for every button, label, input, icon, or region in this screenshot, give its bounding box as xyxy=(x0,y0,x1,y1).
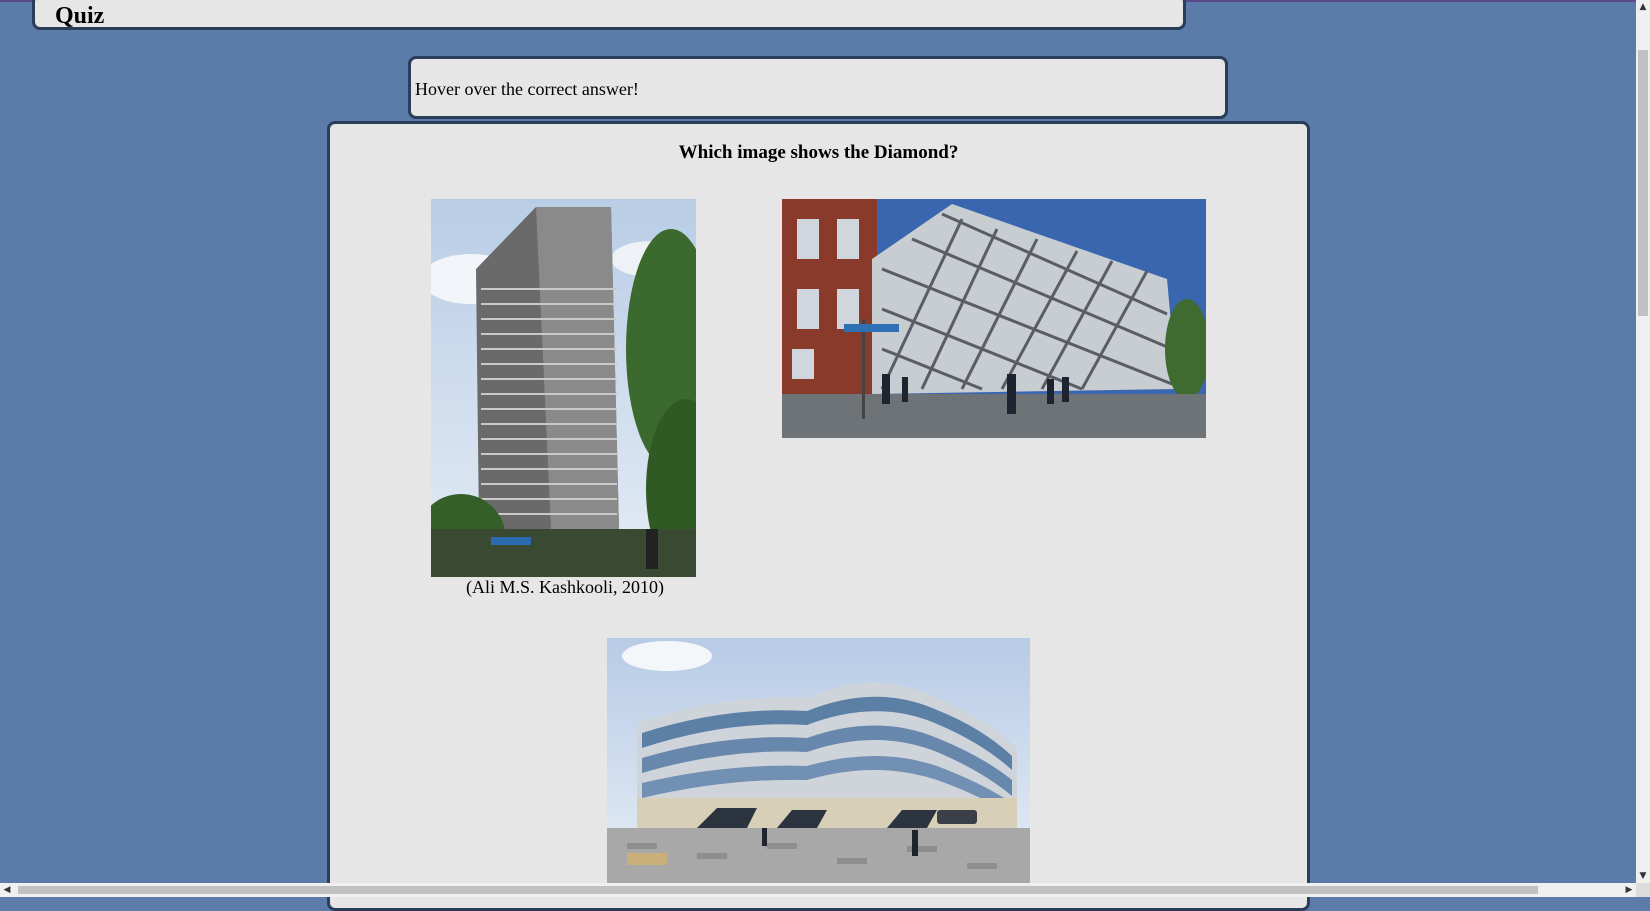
quiz-title-bar: Quiz xyxy=(32,0,1186,30)
instruction-panel: Hover over the correct answer! xyxy=(408,56,1228,119)
scroll-up-arrow-icon[interactable]: ▲ xyxy=(1636,0,1650,14)
vertical-scrollbar[interactable]: ▲ ▼ xyxy=(1636,0,1650,883)
curved-glass-building-image[interactable] xyxy=(607,638,1030,886)
question-text: Which image shows the Diamond? xyxy=(678,142,959,163)
arts-tower-image[interactable] xyxy=(431,199,696,577)
image-credit-caption: (Ali M.S. Kashkooli, 2010) xyxy=(466,577,664,597)
scroll-left-arrow-icon[interactable]: ◀ xyxy=(0,883,14,897)
instruction-text: Hover over the correct answer! xyxy=(415,79,639,99)
horizontal-scrollbar[interactable]: ◀ ▶ xyxy=(0,883,1636,897)
scroll-down-arrow-icon[interactable]: ▼ xyxy=(1636,869,1650,883)
vertical-scroll-thumb[interactable] xyxy=(1638,50,1648,316)
horizontal-scroll-thumb[interactable] xyxy=(18,886,1538,894)
diamond-building-image[interactable] xyxy=(782,199,1206,438)
page-title: Quiz xyxy=(55,3,105,29)
scroll-right-arrow-icon[interactable]: ▶ xyxy=(1622,883,1636,897)
scrollbar-corner xyxy=(1636,883,1650,897)
